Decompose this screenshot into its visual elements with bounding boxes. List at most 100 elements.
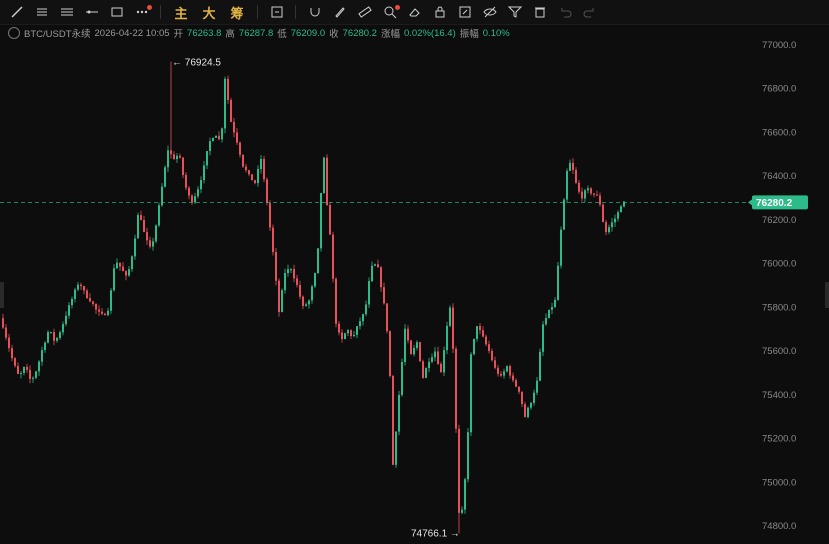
- zoom-button[interactable]: [377, 0, 402, 24]
- candle-body: [341, 332, 343, 340]
- indicator-button-2[interactable]: 筹: [223, 0, 251, 24]
- close-value: 76280.2: [342, 27, 377, 39]
- magnet-button[interactable]: [302, 0, 327, 24]
- candle-body: [206, 151, 208, 166]
- more-shapes-button[interactable]: [129, 0, 154, 24]
- candle-body: [566, 170, 568, 200]
- candle-body: [557, 265, 559, 300]
- horizontal-ray-button[interactable]: [79, 0, 104, 24]
- candle-body: [239, 142, 241, 155]
- candle-body: [443, 350, 445, 373]
- edit-button[interactable]: [452, 0, 477, 24]
- candle-body: [83, 286, 85, 291]
- lock-button[interactable]: [427, 0, 452, 24]
- candle-body: [578, 182, 580, 192]
- candle-body: [305, 304, 307, 306]
- notification-dot: [147, 5, 152, 10]
- candle-body: [194, 196, 196, 203]
- undo-button[interactable]: [552, 0, 577, 24]
- candle-body: [140, 215, 142, 220]
- candle-body: [317, 248, 319, 274]
- candle-body: [527, 407, 529, 418]
- brush-button[interactable]: [327, 0, 352, 24]
- candle-body: [395, 431, 397, 465]
- candle-body: [590, 188, 592, 194]
- candle-body: [410, 340, 412, 355]
- candle-body: [173, 154, 175, 160]
- candle-body: [107, 310, 109, 316]
- candle-body: [404, 328, 406, 362]
- candle-body: [554, 299, 556, 308]
- candle-body: [353, 334, 355, 337]
- candle-body: [356, 326, 358, 335]
- delete-button[interactable]: [527, 0, 552, 24]
- symbol-name: BTC/USDT永续: [24, 29, 91, 40]
- candle-body: [530, 402, 532, 408]
- candle-body: [128, 269, 130, 276]
- candle-body: [89, 298, 91, 302]
- horizontal-ray-icon: [85, 10, 98, 14]
- hide-button[interactable]: [477, 0, 502, 24]
- candle-body: [95, 303, 97, 310]
- indicator-button-0[interactable]: 主: [167, 0, 195, 24]
- candle-body: [332, 234, 334, 279]
- candle-body: [125, 271, 127, 276]
- candle-body: [575, 169, 577, 183]
- candle-body: [413, 348, 415, 355]
- channel-button[interactable]: [54, 0, 79, 24]
- candle-body: [512, 375, 514, 381]
- trend-line-button[interactable]: [4, 0, 29, 24]
- multi-line-button[interactable]: [29, 0, 54, 24]
- screenshot-button[interactable]: [264, 0, 289, 24]
- candle-body: [236, 132, 238, 143]
- filter-button[interactable]: [502, 0, 527, 24]
- candle-body: [143, 219, 145, 232]
- filter-icon: [507, 6, 522, 18]
- y-tick-label: 76800.0: [762, 84, 796, 95]
- candle-body: [116, 262, 118, 269]
- candle-body: [617, 212, 619, 219]
- candle-body: [548, 309, 550, 318]
- candle-body: [611, 222, 613, 228]
- candle-body: [272, 227, 274, 253]
- candle-body: [536, 380, 538, 393]
- y-tick-label: 76600.0: [762, 127, 796, 138]
- candle-body: [542, 324, 544, 352]
- candle-body: [320, 192, 322, 249]
- candle-body: [251, 174, 253, 181]
- candle-body: [2, 318, 4, 328]
- delete-icon: [534, 7, 545, 18]
- candle-body: [314, 273, 316, 287]
- ruler-button[interactable]: [352, 0, 377, 24]
- candle-body: [80, 284, 82, 287]
- candle-body: [425, 368, 427, 378]
- candle-body: [584, 190, 586, 199]
- candle-body: [398, 394, 400, 432]
- eraser-button[interactable]: [402, 0, 427, 24]
- candle-body: [572, 162, 574, 170]
- ohlc-info-bar: BTC/USDT永续 2026-04-22 10:05 开 76263.8 高 76…: [8, 26, 514, 40]
- eraser-icon: [408, 8, 420, 17]
- right-resize-handle[interactable]: [825, 282, 829, 308]
- candle-body: [158, 205, 160, 226]
- rectangle-button[interactable]: [104, 0, 129, 24]
- candle-body: [503, 371, 505, 376]
- candle-body: [497, 367, 499, 374]
- eye-icon[interactable]: [8, 27, 20, 39]
- indicator-button-1[interactable]: 大: [195, 0, 223, 24]
- candle-body: [464, 479, 466, 510]
- y-tick-label: 75400.0: [762, 390, 796, 401]
- candle-body: [386, 303, 388, 332]
- left-resize-handle[interactable]: [0, 282, 4, 308]
- candle-body: [14, 358, 16, 366]
- candle-body: [428, 361, 430, 369]
- redo-button[interactable]: [577, 0, 602, 24]
- candle-body: [275, 252, 277, 281]
- candle-body: [92, 301, 94, 304]
- price-chart[interactable]: 77000.0 76800.0 76600.0 76400.0 76200.0 76000…: [0, 0, 829, 544]
- candle-body: [11, 348, 13, 359]
- candle-body: [242, 154, 244, 167]
- candle-body: [383, 287, 385, 304]
- candle-body: [608, 227, 610, 233]
- candle-body: [455, 348, 457, 429]
